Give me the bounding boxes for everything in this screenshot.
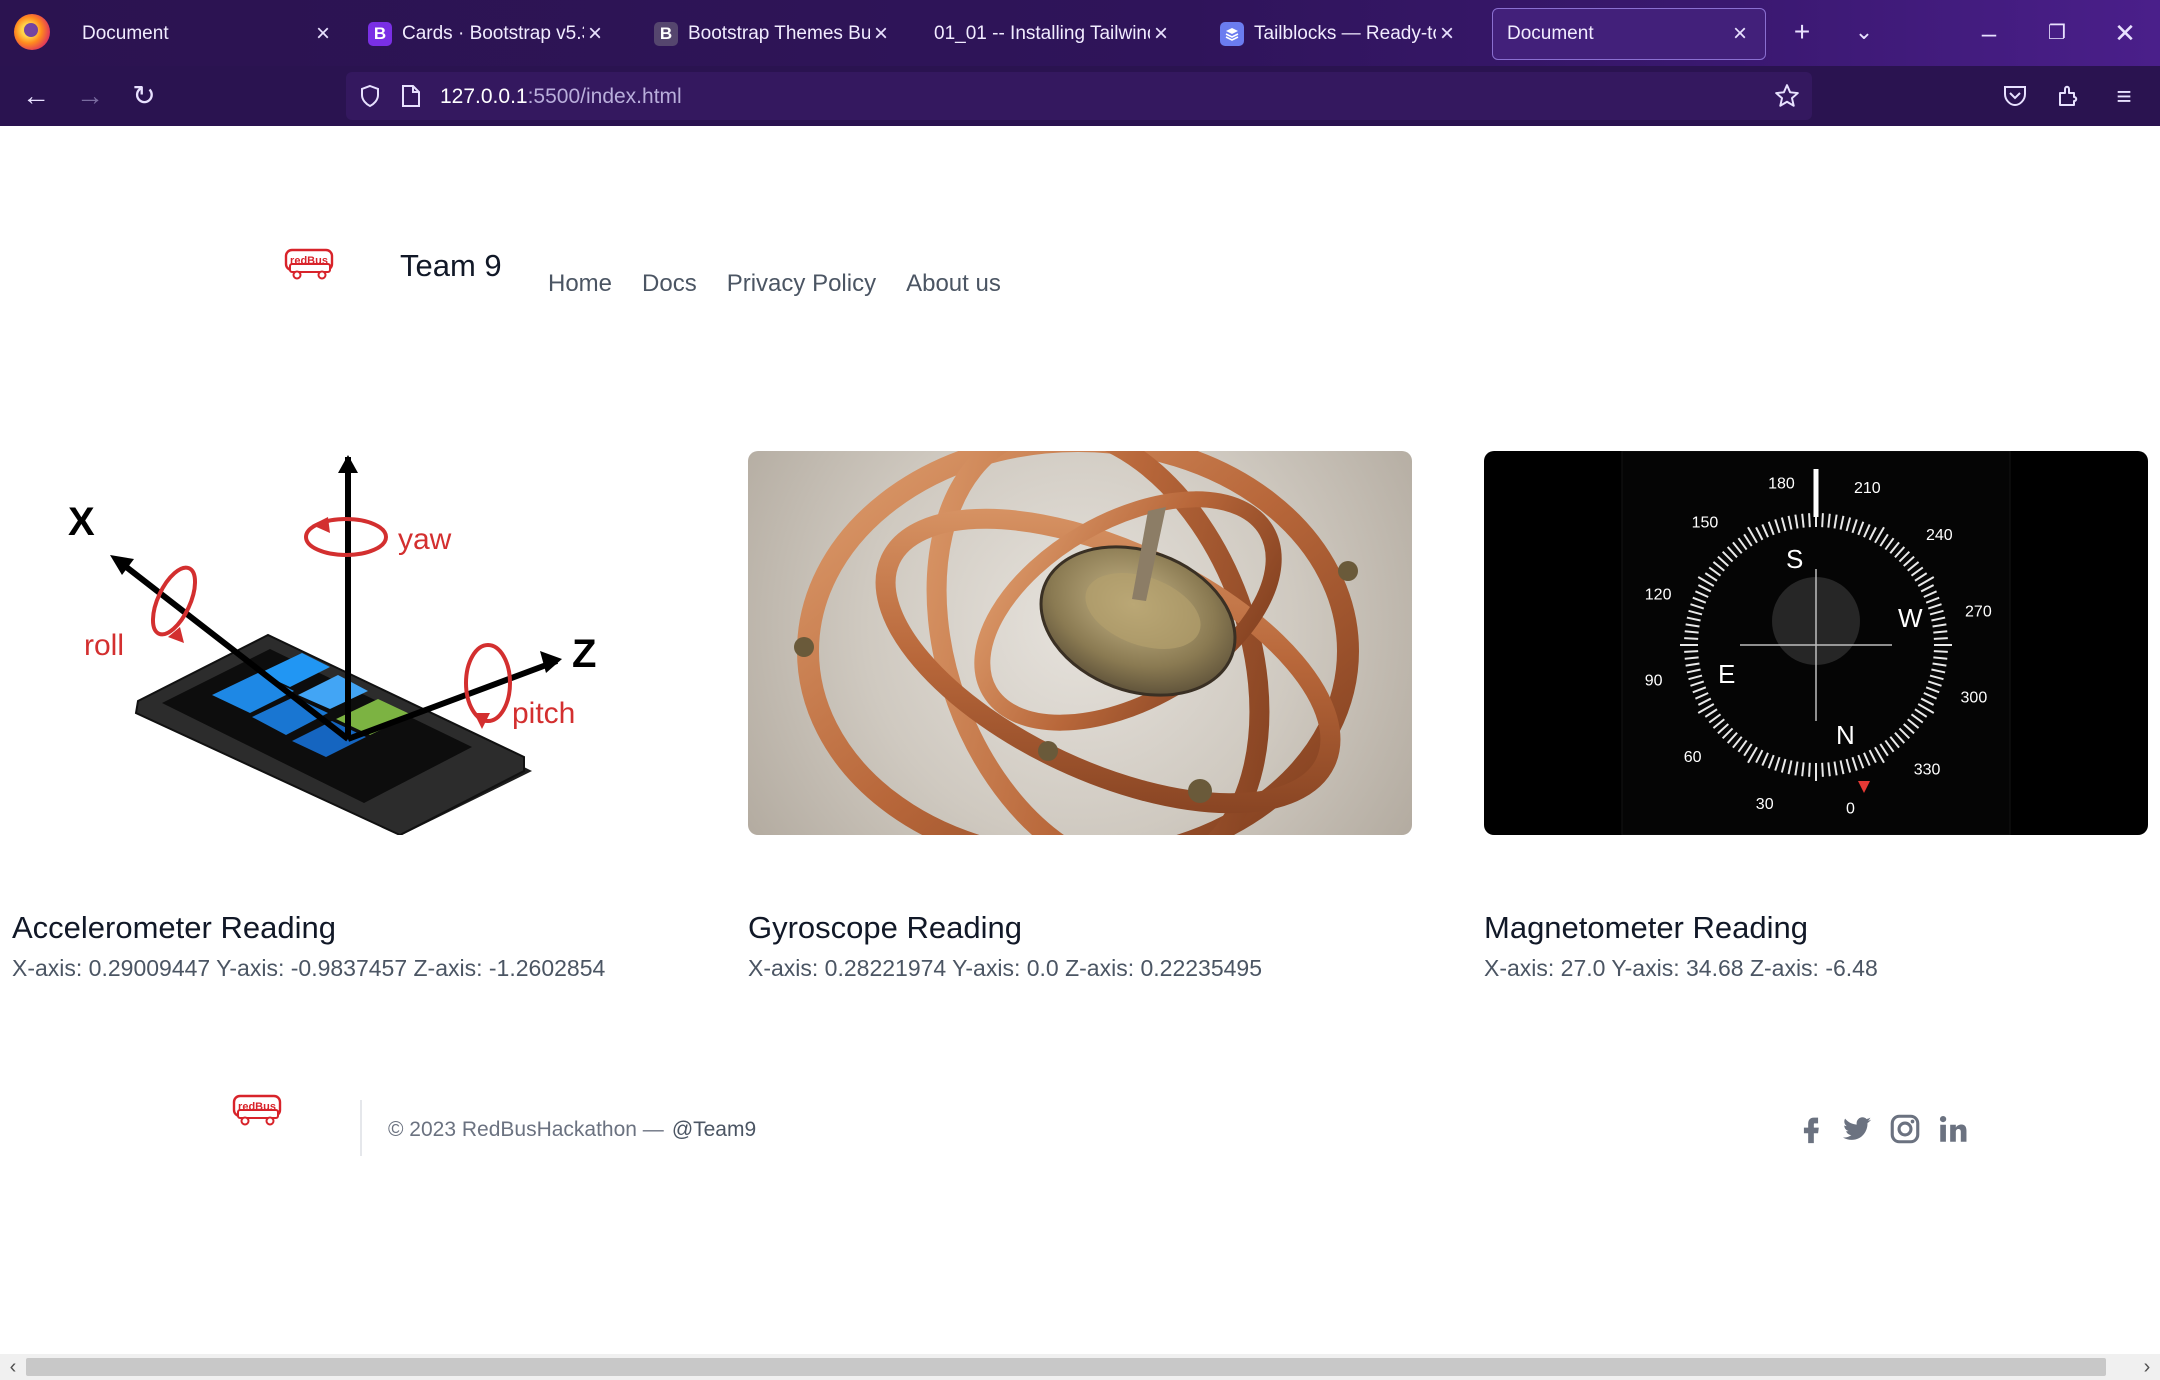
window-close-icon[interactable]: ✕ [2092, 0, 2158, 66]
accelerometer-values: X-axis: 0.29009447 Y-axis: -0.9837457 Z-… [12, 955, 606, 981]
tab-5[interactable]: Tailblocks — Ready-to-us × [1206, 8, 1472, 60]
compass-degree-label: 300 [1961, 689, 1988, 706]
compass-tick [1821, 513, 1824, 528]
hamburger-menu-icon[interactable]: ≡ [2106, 78, 2142, 114]
z-axis-label: Z [572, 632, 596, 676]
restore-icon[interactable]: ❐ [2024, 0, 2090, 66]
yaw-label: yaw [398, 523, 452, 556]
compass-degree-label: 240 [1926, 527, 1953, 544]
gyroscope-values: X-axis: 0.28221974 Y-axis: 0.0 Z-axis: 0… [748, 955, 1263, 981]
footer-divider [360, 1100, 362, 1156]
menu-docs[interactable]: Docs [642, 270, 697, 298]
scrollbar-thumb[interactable] [26, 1358, 2106, 1376]
magnetometer-values: X-axis: 27.0 Y-axis: 34.68 Z-axis: -6.48 [1484, 955, 1878, 981]
compass-degree-label: 30 [1756, 796, 1774, 813]
compass-degree-label: 150 [1692, 515, 1719, 532]
compass-w: W [1898, 603, 1923, 633]
menu-privacy-policy[interactable]: Privacy Policy [727, 270, 876, 298]
bootstrap-icon: B [654, 22, 678, 46]
instagram-icon[interactable] [1888, 1112, 1922, 1146]
tab-active[interactable]: Document × [1492, 8, 1766, 60]
tab-1[interactable]: Document × [68, 8, 348, 60]
tab-4[interactable]: 01_01 -- Installing Tailwind C × [920, 8, 1186, 60]
close-tab-icon[interactable]: × [1150, 20, 1172, 48]
magnetometer-title: Magnetometer Reading [1484, 910, 1808, 945]
close-tab-icon[interactable]: × [584, 20, 606, 48]
main-menu: Home Docs Privacy Policy About us [548, 270, 1001, 298]
tab-2[interactable]: B Cards · Bootstrap v5.3 × [354, 8, 620, 60]
compass-degree-label: 120 [1645, 587, 1672, 604]
back-icon[interactable]: ← [18, 78, 54, 114]
reload-icon[interactable]: ↻ [126, 78, 162, 114]
redbus-logo[interactable]: redBus [284, 248, 336, 280]
browser-toolbar: ← → ↻ 127.0.0.1:5500/index.html ≡ [0, 66, 2160, 126]
compass-tick [1821, 762, 1824, 777]
team-handle-link[interactable]: @Team9 [672, 1118, 756, 1141]
close-tab-icon[interactable]: × [312, 20, 334, 48]
compass-degree-label: 270 [1965, 603, 1992, 620]
compass-degree-label: 60 [1684, 749, 1702, 766]
tab-3[interactable]: B Bootstrap Themes Built & × [640, 8, 906, 60]
horizontal-scrollbar[interactable]: ‹ › [0, 1354, 2160, 1380]
close-tab-icon[interactable]: × [870, 20, 892, 48]
tab-list-chevron-icon[interactable]: ⌄ [1846, 14, 1882, 50]
magnetometer-image: 0 30 60 90 120 150 180 210 240 270 300 330 S W E N [1484, 451, 2148, 835]
url-text[interactable]: 127.0.0.1:5500/index.html [440, 85, 682, 109]
facebook-icon[interactable] [1794, 1112, 1828, 1146]
forward-icon[interactable]: → [72, 78, 108, 114]
firefox-icon[interactable] [14, 14, 50, 50]
compass-e: E [1718, 659, 1735, 689]
brand-title[interactable]: Team 9 [400, 248, 502, 284]
footer-redbus-logo[interactable]: redBus [232, 1094, 284, 1126]
pocket-icon[interactable] [2002, 84, 2028, 108]
page: Document × B Cards · Bootstrap v5.3 × B … [0, 0, 2160, 1380]
tailblocks-icon [1220, 22, 1244, 46]
bootstrap-icon: B [368, 22, 392, 46]
twitter-icon[interactable] [1840, 1112, 1874, 1146]
address-bar[interactable]: 127.0.0.1:5500/index.html [346, 72, 1812, 120]
svg-text:redBus: redBus [290, 255, 328, 267]
compass-n: N [1836, 720, 1855, 750]
compass-tick [1684, 650, 1699, 653]
x-axis-label: X [68, 500, 95, 544]
bookmark-star-icon[interactable] [1774, 83, 1800, 109]
compass-tick [1933, 650, 1948, 653]
minimize-icon[interactable]: – [1956, 0, 2022, 66]
compass-tick [1933, 637, 1948, 640]
copyright-text: © 2023 RedBusHackathon — @Team9 [388, 1118, 757, 1141]
compass-tick [1808, 762, 1811, 777]
scroll-right-icon[interactable]: › [2134, 1354, 2160, 1380]
linkedin-icon[interactable] [1936, 1112, 1970, 1146]
compass-degree-label: 330 [1914, 761, 1941, 778]
accelerometer-image: X Z yaw roll pitch [12, 451, 676, 835]
accelerometer-title: Accelerometer Reading [12, 910, 336, 945]
gyroscope-image [748, 451, 1412, 835]
menu-home[interactable]: Home [548, 270, 612, 298]
phone-illustration [134, 633, 532, 835]
compass-degree-label: 210 [1854, 480, 1881, 497]
shield-icon[interactable] [358, 84, 382, 108]
pitch-label: pitch [512, 697, 575, 730]
close-tab-icon[interactable]: × [1729, 20, 1751, 48]
browser-tab-bar: Document × B Cards · Bootstrap v5.3 × B … [0, 0, 2160, 66]
close-tab-icon[interactable]: × [1436, 20, 1458, 48]
extensions-icon[interactable] [2056, 83, 2082, 109]
compass-degree-label: 180 [1768, 476, 1795, 493]
svg-text:redBus: redBus [238, 1101, 276, 1113]
compass-degree-label: 0 [1846, 800, 1855, 817]
menu-about-us[interactable]: About us [906, 270, 1001, 298]
compass-tick [1808, 513, 1811, 528]
compass-degree-label: 90 [1645, 673, 1663, 690]
new-tab-icon[interactable]: + [1784, 14, 1820, 50]
scroll-left-icon[interactable]: ‹ [0, 1354, 26, 1380]
page-icon[interactable] [400, 84, 422, 108]
compass-tick [1684, 637, 1699, 640]
gyroscope-title: Gyroscope Reading [748, 910, 1022, 945]
compass-s: S [1786, 544, 1803, 574]
roll-label: roll [84, 629, 124, 662]
